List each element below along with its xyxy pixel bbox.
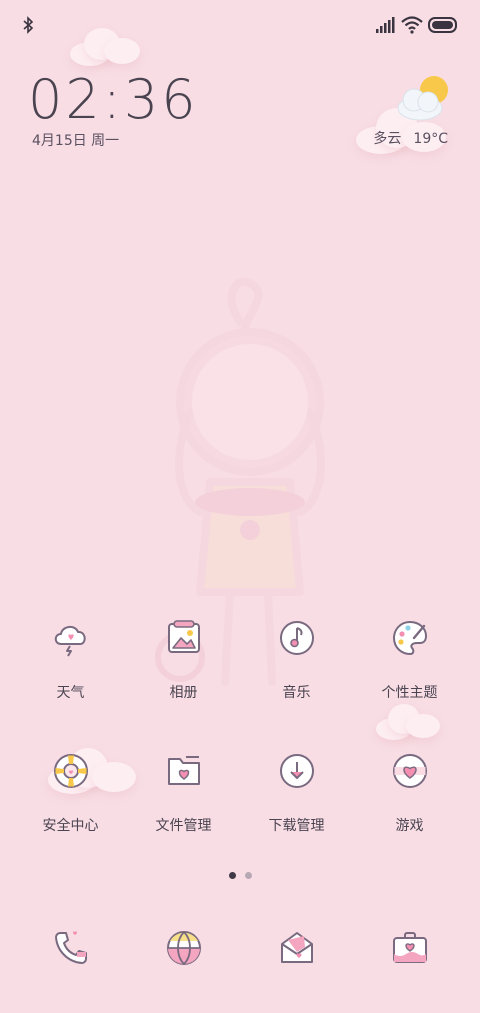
status-bar — [0, 0, 480, 50]
weather-cloud-icon — [54, 626, 86, 657]
app-download-manager[interactable]: 下载管理 — [240, 751, 353, 835]
app-label: 文件管理 — [155, 818, 212, 834]
dock-browser[interactable] — [127, 928, 240, 968]
battery-icon — [428, 17, 457, 33]
dock-messages[interactable] — [240, 928, 353, 968]
folder-heart-icon — [167, 756, 200, 785]
browser-ball-icon — [166, 931, 201, 965]
decor-cloud-right — [376, 704, 440, 742]
page-dot-1[interactable] — [228, 872, 236, 879]
phone-icon — [54, 931, 87, 964]
app-label: 相册 — [169, 685, 198, 701]
app-label: 个性主题 — [381, 685, 438, 701]
app-grid-row-1: 天气 相册 音乐 个性主题 — [14, 618, 466, 702]
signal-icon — [376, 17, 395, 33]
weather-temperature: 19°C — [413, 131, 448, 147]
app-music[interactable]: 音乐 — [240, 618, 353, 702]
app-grid-row-2: 安全中心 文件管理 下载管理 游戏 — [14, 751, 466, 835]
page-dot-2[interactable] — [244, 872, 252, 879]
page-indicator[interactable] — [0, 872, 480, 879]
app-themes[interactable]: 个性主题 — [353, 618, 466, 702]
download-icon — [279, 754, 314, 788]
app-label: 游戏 — [395, 818, 424, 834]
dock-toolbox[interactable] — [353, 928, 466, 968]
bluetooth-icon — [23, 16, 34, 34]
photo-album-icon — [167, 620, 200, 653]
app-label: 音乐 — [282, 685, 311, 701]
lifebuoy-icon — [53, 754, 88, 788]
app-security-center[interactable]: 安全中心 — [14, 751, 127, 835]
dock-phone[interactable] — [14, 928, 127, 968]
partly-cloudy-icon[interactable] — [396, 74, 452, 122]
app-weather[interactable]: 天气 — [14, 618, 127, 702]
toolbox-heart-icon — [392, 932, 427, 963]
app-photo-album[interactable]: 相册 — [127, 618, 240, 702]
music-note-icon — [279, 621, 314, 655]
app-games[interactable]: 游戏 — [353, 751, 466, 835]
palette-icon — [392, 620, 427, 656]
weather-widget[interactable]: 多云 19°C — [361, 128, 448, 148]
weather-condition: 多云 — [373, 131, 402, 147]
app-label: 天气 — [56, 685, 85, 701]
dock — [14, 928, 466, 968]
message-envelope-icon — [280, 932, 313, 963]
clock-time[interactable]: 02:36 — [28, 68, 199, 131]
app-file-manager[interactable]: 文件管理 — [127, 751, 240, 835]
wifi-icon — [401, 16, 423, 34]
app-label: 下载管理 — [268, 818, 325, 834]
clock-date[interactable]: 4月15日 周一 — [32, 130, 119, 150]
app-label: 安全中心 — [42, 818, 99, 834]
heart-ball-icon — [392, 754, 427, 788]
